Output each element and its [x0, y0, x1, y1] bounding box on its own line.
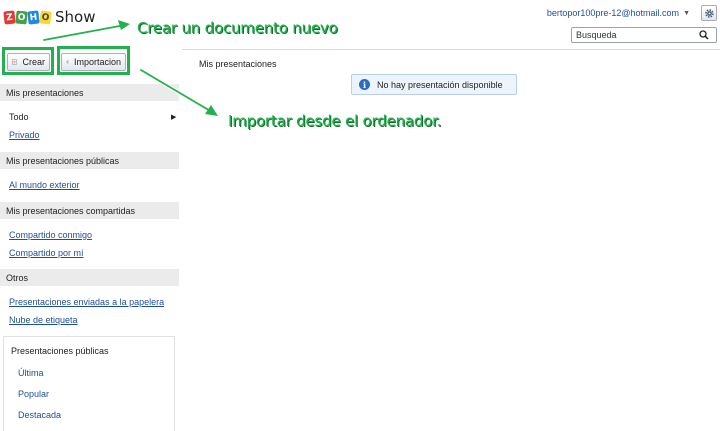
empty-state-text: No hay presentación disponible	[377, 79, 503, 90]
section-others: Otros	[0, 269, 179, 286]
public-presentations-box: Presentaciones públicas Última Popular D…	[3, 336, 175, 431]
import-button[interactable]: Importacion	[61, 53, 126, 71]
product-name: Show	[55, 8, 96, 26]
section-shared-presentations: Mis presentaciones compartidas	[0, 202, 179, 219]
chevron-down-icon: ▼	[683, 9, 690, 17]
zoho-logo-tiles: Z O H O	[3, 9, 52, 25]
sidebar-item-tag-cloud[interactable]: Nube de etiqueta	[9, 315, 78, 325]
logo-letter: Z	[3, 9, 16, 25]
logo-letter: O	[15, 10, 28, 24]
create-button[interactable]: Crear	[7, 53, 50, 71]
import-icon	[66, 60, 69, 64]
arrowhead-create	[118, 20, 130, 30]
sidebar-item-private[interactable]: Privado	[9, 130, 40, 140]
zoho-show-logo[interactable]: Z O H O Show	[3, 7, 96, 27]
chevron-right-icon: ▶	[171, 114, 177, 121]
sidebar-item-all[interactable]: Todo	[9, 112, 29, 122]
settings-button[interactable]	[701, 5, 717, 21]
gear-icon	[704, 8, 714, 18]
public-box-title: Presentaciones públicas	[11, 346, 109, 356]
arrow-to-create	[43, 24, 126, 41]
sidebar-item-trash[interactable]: Presentaciones enviadas a la papelera	[9, 297, 164, 307]
logo-letter: H	[27, 9, 40, 25]
search-input[interactable]	[572, 30, 696, 40]
user-account-menu[interactable]: bertopor100pre-12@hotmail.com ▼	[547, 8, 690, 18]
search-box[interactable]	[571, 27, 717, 43]
sidebar-item-outside-world[interactable]: Al mundo exterior	[9, 180, 80, 190]
logo-letter: O	[39, 9, 52, 25]
import-label: Importacion	[73, 57, 121, 67]
public-link-latest[interactable]: Última	[18, 368, 44, 378]
sidebar-item-shared-with-me[interactable]: Compartido conmigo	[9, 230, 92, 240]
empty-state-notice: i No hay presentación disponible	[351, 74, 517, 95]
user-email: bertopor100pre-12@hotmail.com	[546, 8, 680, 18]
create-label: Crear	[22, 57, 45, 67]
header-divider	[182, 49, 720, 50]
search-icon[interactable]	[696, 28, 712, 42]
annotation-create: Crear un documento nuevo	[137, 19, 338, 37]
new-document-icon	[12, 59, 17, 65]
section-my-presentations: Mis presentaciones	[0, 84, 179, 101]
arrowhead-import	[205, 105, 218, 116]
public-link-popular[interactable]: Popular	[18, 389, 49, 399]
public-link-featured[interactable]: Destacada	[18, 410, 61, 420]
annotation-import: Importar desde el ordenador.	[228, 112, 442, 130]
info-icon: i	[359, 79, 370, 90]
section-public-presentations: Mis presentaciones públicas	[0, 152, 179, 169]
page-title: Mis presentaciones	[199, 59, 277, 69]
sidebar-item-shared-by-me[interactable]: Compartido por mí	[9, 248, 84, 258]
